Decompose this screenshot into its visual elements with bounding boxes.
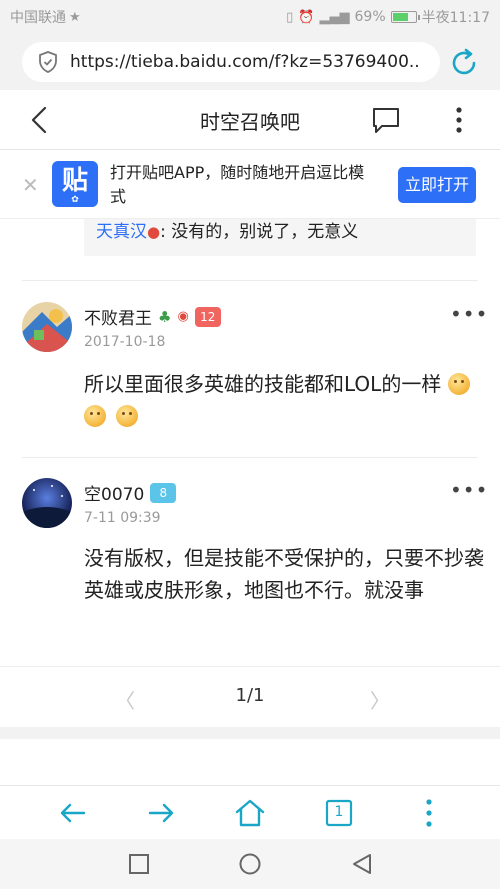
shield-icon [39, 51, 57, 73]
carrier-name: 中国联通 [10, 10, 66, 26]
username-text: 不败君王 [84, 309, 152, 329]
back-arrow-icon[interactable] [56, 796, 90, 830]
avatar[interactable] [22, 302, 72, 352]
divider [22, 280, 478, 281]
smiley-icon [447, 373, 470, 395]
paw-icon: ✿ [71, 195, 79, 205]
mushroom-icon: ● [147, 223, 161, 241]
home-circle-icon[interactable] [238, 852, 262, 876]
vibrate-icon: ▯ [286, 9, 294, 25]
url-text: https://tieba.baidu.com/f?kz=53769400... [70, 52, 420, 72]
quoted-reply: 天真汉●: 没有的，别说了，无意义 [84, 214, 476, 256]
app-banner: ✕ 贴 ✿ 打开贴吧APP，随时随地开启逗比模式 立即打开 [0, 151, 500, 219]
browser-address-area: https://tieba.baidu.com/f?kz=53769400... [0, 34, 500, 90]
divider [22, 457, 478, 458]
banner-text: 打开贴吧APP，随时随地开启逗比模式 [110, 163, 365, 206]
lollipop-icon: ◉ [177, 309, 189, 324]
quoted-text: : 没有的，别说了，无意义 [160, 222, 359, 242]
battery-fill [392, 13, 408, 21]
open-app-button[interactable]: 立即打开 [398, 167, 476, 203]
logo-text: 贴 [61, 166, 88, 196]
back-triangle-icon[interactable] [350, 852, 374, 876]
quoted-user-name[interactable]: 天真汉 [96, 222, 147, 242]
post-text: 所以里面很多英雄的技能都和LOL的一样 [84, 372, 442, 396]
username[interactable]: 空0070 8 [84, 480, 177, 505]
pagination: 〈 1/1 〉 [0, 666, 500, 726]
username[interactable]: 不败君王 ♣ ◉ 12 [84, 304, 221, 329]
forward-arrow-icon[interactable] [144, 796, 178, 830]
status-bar: 中国联通 ★ ▯ ⏰ ▂▄▆ 69% 半夜11:17 [0, 0, 500, 34]
post-date: 2017-10-18 [84, 334, 166, 350]
refresh-icon[interactable] [448, 47, 480, 79]
tieba-logo: 贴 ✿ [52, 161, 98, 207]
carrier: 中国联通 ★ [10, 7, 81, 27]
tab-count: 1 [334, 804, 344, 820]
close-icon[interactable]: ✕ [22, 173, 39, 197]
page-title: 时空召唤吧 [200, 110, 300, 134]
battery-icon [390, 11, 420, 23]
menu-vertical-icon[interactable] [412, 796, 446, 830]
address-bar[interactable]: https://tieba.baidu.com/f?kz=53769400... [22, 42, 440, 82]
username-text: 空0070 [84, 485, 145, 505]
avatar[interactable] [22, 478, 72, 528]
browser-toolbar: 1 [0, 785, 500, 839]
more-horizontal-icon[interactable]: ••• [450, 478, 488, 502]
level-badge: 8 [150, 482, 177, 503]
next-page-icon[interactable]: 〉 [370, 685, 390, 714]
page-number: 1/1 [235, 685, 265, 706]
status-icons: ▯ ⏰ ▂▄▆ 69% 半夜11:17 [286, 7, 490, 27]
alarm-icon: ⏰ [298, 9, 315, 25]
level-badge: 12 [194, 306, 221, 327]
more-vertical-icon[interactable] [448, 104, 470, 136]
clock: 半夜11:17 [421, 10, 490, 26]
star-icon: ★ [69, 9, 81, 25]
post-body: 所以里面很多英雄的技能都和LOL的一样 [84, 368, 484, 432]
page-header: 时空召唤吧 [0, 90, 500, 150]
palm-tree-icon: ♣ [158, 307, 172, 326]
home-icon[interactable] [233, 796, 267, 830]
smiley-icon [116, 405, 138, 427]
comment-icon[interactable] [370, 104, 402, 136]
smiley-icon [84, 405, 106, 427]
post-body: 没有版权，但是技能不受保护的，只要不抄袭英雄或皮肤形象，地图也不行。就没事 [84, 546, 484, 602]
section-gap [0, 727, 500, 739]
tabs-button[interactable]: 1 [322, 796, 356, 830]
more-horizontal-icon[interactable]: ••• [450, 302, 488, 326]
signal-icon: ▂▄▆ [319, 9, 350, 25]
recents-icon[interactable] [127, 852, 151, 876]
system-nav-bar [0, 839, 500, 889]
post-date: 7-11 09:39 [84, 510, 161, 526]
battery-percent: 69% [354, 9, 386, 25]
